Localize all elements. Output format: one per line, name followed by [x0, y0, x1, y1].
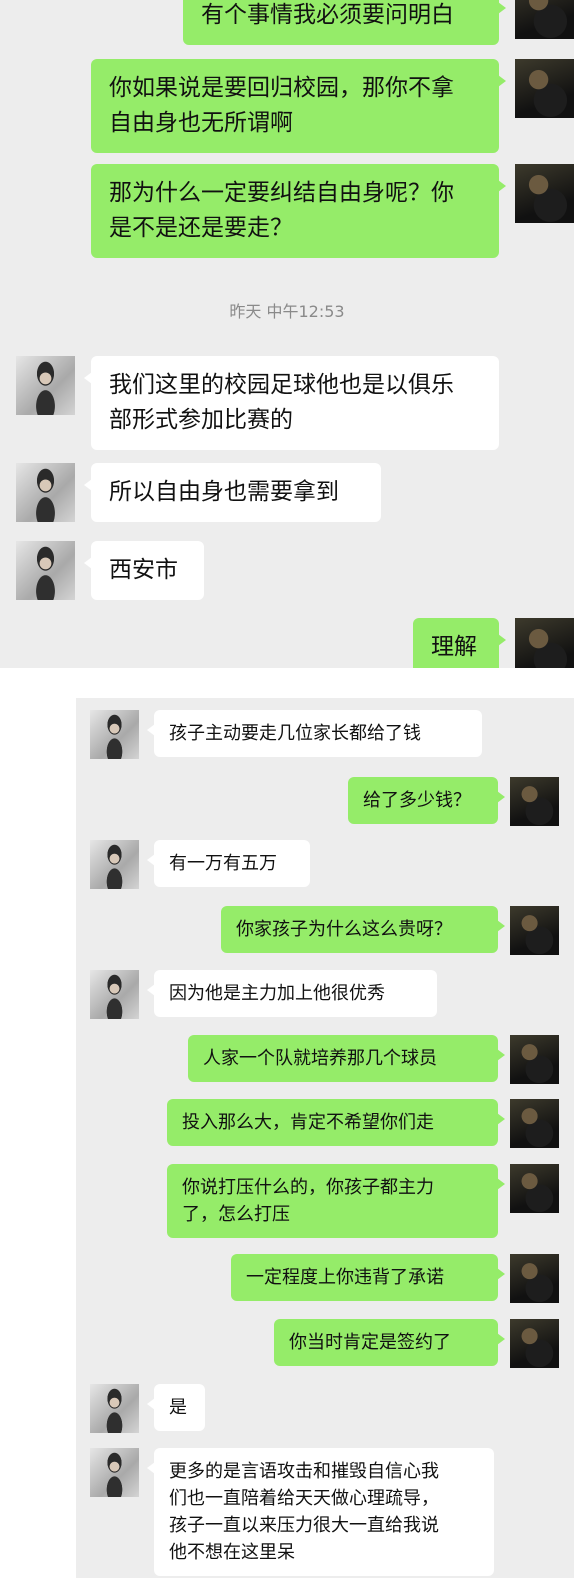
message-bubble-received[interactable]: 有一万有五万 — [147, 840, 310, 887]
message-bubble-sent[interactable]: 理解 — [413, 618, 506, 668]
self-avatar[interactable] — [510, 906, 559, 955]
self-avatar[interactable] — [510, 1164, 559, 1213]
contact-avatar[interactable] — [90, 1384, 139, 1433]
message-bubble-sent[interactable]: 给了多少钱？ — [348, 777, 505, 824]
message-bubble-sent[interactable]: 一定程度上你违背了承诺 — [231, 1254, 505, 1301]
contact-avatar[interactable] — [90, 710, 139, 759]
message-bubble-received[interactable]: 我们这里的校园足球他也是以俱乐 部形式参加比赛的 — [84, 356, 499, 450]
message-bubble-sent[interactable]: 那为什么一定要纠结自由身呢？你 是不是还是要走？ — [91, 164, 506, 258]
self-avatar[interactable] — [515, 618, 574, 668]
contact-avatar[interactable] — [16, 541, 75, 600]
contact-avatar[interactable] — [16, 356, 75, 415]
message-bubble-sent[interactable]: 你说打压什么的，你孩子都主力 了，怎么打压 — [167, 1164, 505, 1238]
message-bubble-sent[interactable]: 你如果说是要回归校园，那你不拿 自由身也无所谓啊 — [91, 59, 506, 153]
chat-screenshot-2: 孩子主动要走几位家长都给了钱 给了多少钱？ 有一万有五万 你家孩子为什么这么贵呀… — [76, 698, 574, 1578]
message-bubble-received[interactable]: 是 — [147, 1384, 205, 1431]
self-avatar[interactable] — [510, 777, 559, 826]
self-avatar[interactable] — [515, 59, 574, 118]
self-avatar[interactable] — [515, 0, 574, 39]
message-bubble-received[interactable]: 因为他是主力加上他很优秀 — [147, 970, 437, 1017]
message-bubble-sent[interactable]: 人家一个队就培养那几个球员 — [188, 1035, 505, 1082]
message-bubble-received[interactable]: 孩子主动要走几位家长都给了钱 — [147, 710, 482, 757]
contact-avatar[interactable] — [16, 463, 75, 522]
message-bubble-sent[interactable]: 你家孩子为什么这么贵呀？ — [221, 906, 505, 953]
contact-avatar[interactable] — [90, 970, 139, 1019]
contact-avatar[interactable] — [90, 1448, 139, 1497]
message-bubble-received[interactable]: 所以自由身也需要拿到 — [84, 463, 381, 522]
message-bubble-received[interactable]: 更多的是言语攻击和摧毁自信心我 们也一直陪着给天天做心理疏导， 孩子一直以来压力… — [147, 1448, 494, 1576]
message-bubble-sent[interactable]: 投入那么大，肯定不希望你们走 — [167, 1099, 505, 1146]
message-timestamp: 昨天 中午12:53 — [229, 302, 345, 321]
self-avatar[interactable] — [510, 1254, 559, 1303]
message-bubble-sent[interactable]: 你当时肯定是签约了 — [274, 1319, 505, 1366]
contact-avatar[interactable] — [90, 840, 139, 889]
self-avatar[interactable] — [510, 1319, 559, 1368]
self-avatar[interactable] — [510, 1035, 559, 1084]
message-bubble-sent[interactable]: 有个事情我必须要问明白 — [183, 0, 506, 45]
message-bubble-received[interactable]: 西安市 — [84, 541, 204, 600]
chat-screenshot-1: 有个事情我必须要问明白 你如果说是要回归校园，那你不拿 自由身也无所谓啊 那为什… — [0, 0, 574, 668]
self-avatar[interactable] — [510, 1099, 559, 1148]
self-avatar[interactable] — [515, 164, 574, 223]
